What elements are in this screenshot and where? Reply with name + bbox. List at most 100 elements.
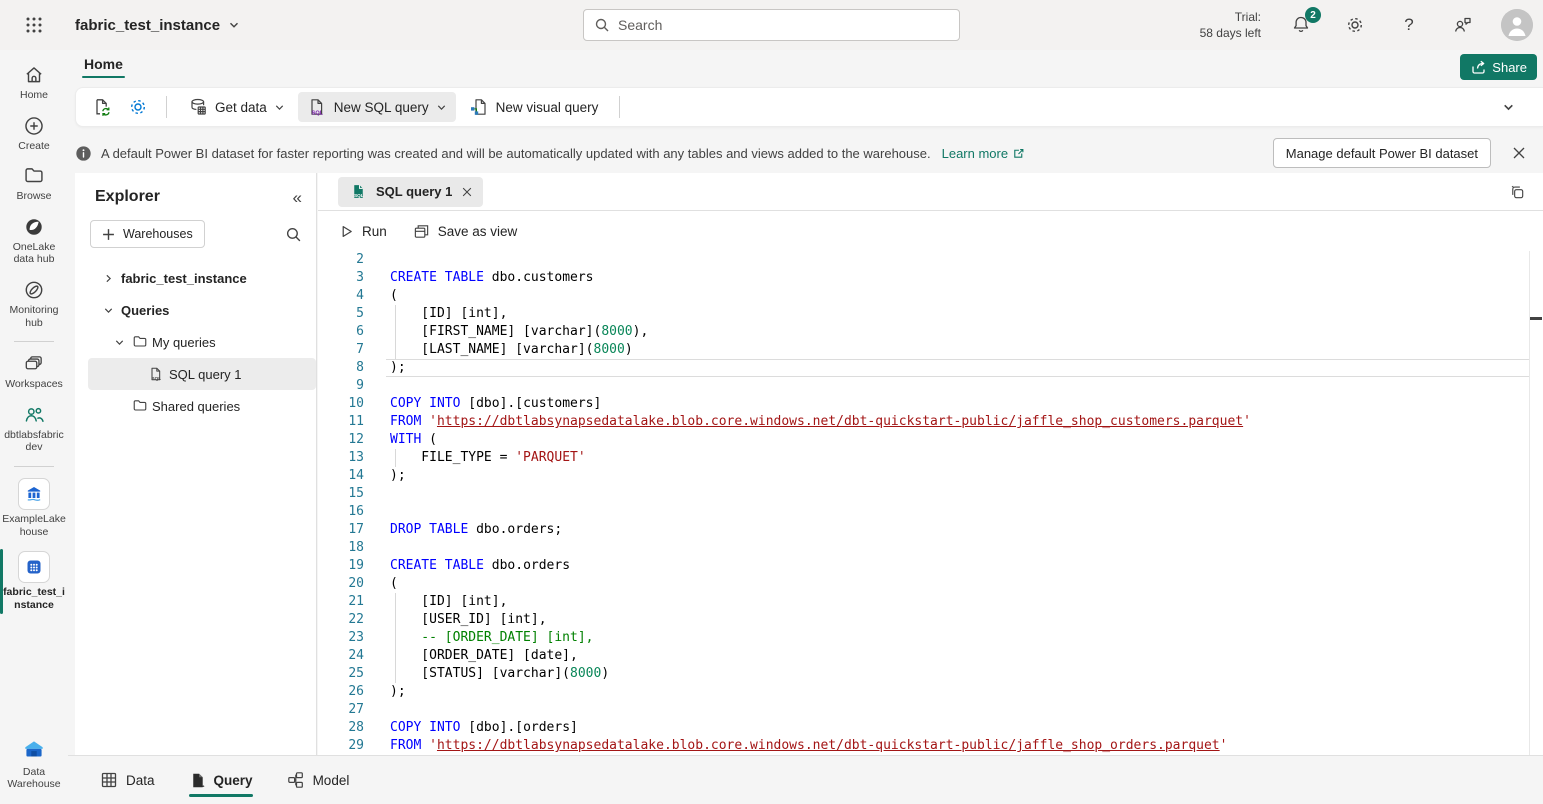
line-number[interactable]: 2 — [318, 251, 364, 269]
line-number[interactable]: 8 — [318, 359, 364, 377]
app-launcher-waffle-icon[interactable] — [17, 8, 51, 42]
code-line[interactable]: 26); — [318, 683, 1543, 701]
code-line[interactable]: 22 [USER_ID] [int], — [318, 611, 1543, 629]
line-number[interactable]: 20 — [318, 575, 364, 593]
code-line[interactable]: 24 [ORDER_DATE] [date], — [318, 647, 1543, 665]
line-number[interactable]: 11 — [318, 413, 364, 431]
line-number[interactable]: 13 — [318, 449, 364, 467]
line-number[interactable]: 14 — [318, 467, 364, 485]
warehouse-settings-button[interactable] — [122, 92, 154, 122]
line-number[interactable]: 21 — [318, 593, 364, 611]
code-line[interactable]: 2 — [318, 251, 1543, 269]
add-warehouses-button[interactable]: Warehouses — [90, 220, 205, 248]
rail-item-data-warehouse[interactable]: Data Warehouse — [0, 731, 68, 798]
code-line[interactable]: 9 — [318, 377, 1543, 395]
line-number[interactable]: 5 — [318, 305, 364, 323]
line-number[interactable]: 16 — [318, 503, 364, 521]
view-tab-query[interactable]: Query — [189, 756, 253, 804]
code-line[interactable]: 16 — [318, 503, 1543, 521]
rail-item-home[interactable]: Home — [0, 58, 68, 109]
explorer-search-icon[interactable] — [285, 226, 302, 243]
line-number[interactable]: 9 — [318, 377, 364, 395]
rail-item-examplelakehouse[interactable]: ExampleLakehouse — [0, 472, 68, 545]
tree-item-sql-query-1[interactable]: SQL SQL query 1 — [88, 358, 316, 390]
tree-item-warehouse-root[interactable]: fabric_test_instance — [75, 262, 316, 294]
new-sql-query-button[interactable]: SQL New SQL query — [298, 92, 456, 122]
code-line[interactable]: 13 FILE_TYPE = 'PARQUET' — [318, 449, 1543, 467]
code-line[interactable]: 18 — [318, 539, 1543, 557]
copy-button[interactable] — [1503, 178, 1531, 206]
line-number[interactable]: 7 — [318, 341, 364, 359]
code-line[interactable]: 5 [ID] [int], — [318, 305, 1543, 323]
code-line[interactable]: 4( — [318, 287, 1543, 305]
code-line[interactable]: 19CREATE TABLE dbo.orders — [318, 557, 1543, 575]
learn-more-link[interactable]: Learn more — [942, 146, 1025, 161]
line-number[interactable]: 17 — [318, 521, 364, 539]
code-line[interactable]: 10COPY INTO [dbo].[customers] — [318, 395, 1543, 413]
notifications-button[interactable]: 2 — [1285, 9, 1317, 41]
new-report-button[interactable] — [86, 92, 118, 122]
feedback-button[interactable] — [1447, 9, 1479, 41]
rail-item-fabric-test-instance[interactable]: fabric_test_instance — [0, 545, 68, 618]
settings-button[interactable] — [1339, 9, 1371, 41]
line-number[interactable]: 6 — [318, 323, 364, 341]
line-number[interactable]: 4 — [318, 287, 364, 305]
rail-item-monitoring-hub[interactable]: Monitoring hub — [0, 273, 68, 336]
view-tab-model[interactable]: Model — [287, 756, 350, 804]
rail-item-browse[interactable]: Browse — [0, 159, 68, 210]
close-tab-icon[interactable] — [461, 186, 473, 198]
save-as-view-button[interactable]: Save as view — [413, 223, 518, 240]
view-tab-data[interactable]: Data — [100, 756, 155, 804]
share-button[interactable]: Share — [1460, 54, 1537, 80]
rail-item-onelake-data-hub[interactable]: OneLake data hub — [0, 210, 68, 273]
line-number[interactable]: 24 — [318, 647, 364, 665]
help-button[interactable]: ? — [1393, 9, 1425, 41]
rail-item-dbtlabsfabricdev[interactable]: dbtlabsfabricdev — [0, 398, 68, 461]
overview-ruler[interactable] — [1529, 251, 1543, 755]
rail-item-create[interactable]: Create — [0, 109, 68, 160]
code-line[interactable]: 25 [STATUS] [varchar](8000) — [318, 665, 1543, 683]
code-line[interactable]: 7 [LAST_NAME] [varchar](8000) — [318, 341, 1543, 359]
code-line[interactable]: 3CREATE TABLE dbo.customers — [318, 269, 1543, 287]
line-number[interactable]: 3 — [318, 269, 364, 287]
code-line[interactable]: 6 [FIRST_NAME] [varchar](8000), — [318, 323, 1543, 341]
code-line[interactable]: 8); — [318, 359, 1543, 377]
get-data-button[interactable]: Get data — [179, 92, 294, 122]
tab-home[interactable]: Home — [82, 52, 125, 76]
run-button[interactable]: Run — [339, 224, 387, 239]
search-input[interactable] — [618, 17, 949, 33]
code-line[interactable]: 17DROP TABLE dbo.orders; — [318, 521, 1543, 539]
new-visual-query-button[interactable]: New visual query — [460, 92, 608, 122]
code-line[interactable]: 15 — [318, 485, 1543, 503]
code-line[interactable]: 12WITH ( — [318, 431, 1543, 449]
collapse-panel-icon[interactable]: « — [293, 189, 302, 206]
line-number[interactable]: 22 — [318, 611, 364, 629]
line-number[interactable]: 15 — [318, 485, 364, 503]
line-number[interactable]: 12 — [318, 431, 364, 449]
workspace-switcher[interactable]: fabric_test_instance — [75, 17, 240, 34]
code-line[interactable]: 20( — [318, 575, 1543, 593]
line-number[interactable]: 10 — [318, 395, 364, 413]
tree-item-shared-queries[interactable]: Shared queries — [75, 390, 316, 422]
code-line[interactable]: 29FROM 'https://dbtlabsynapsedatalake.bl… — [318, 737, 1543, 755]
line-number[interactable]: 29 — [318, 737, 364, 755]
line-number[interactable]: 28 — [318, 719, 364, 737]
line-number[interactable]: 27 — [318, 701, 364, 719]
rail-item-workspaces[interactable]: Workspaces — [0, 347, 68, 398]
code-editor[interactable]: 23CREATE TABLE dbo.customers4(5 [ID] [in… — [318, 251, 1543, 755]
line-number[interactable]: 23 — [318, 629, 364, 647]
tree-item-my-queries[interactable]: My queries — [75, 326, 316, 358]
code-line[interactable]: 27 — [318, 701, 1543, 719]
code-line[interactable]: 23 -- [ORDER_DATE] [int], — [318, 629, 1543, 647]
manage-default-dataset-button[interactable]: Manage default Power BI dataset — [1273, 138, 1491, 168]
banner-close-button[interactable] — [1505, 139, 1533, 167]
code-line[interactable]: 21 [ID] [int], — [318, 593, 1543, 611]
ribbon-expand-chevron[interactable] — [1502, 101, 1515, 114]
line-number[interactable]: 19 — [318, 557, 364, 575]
code-line[interactable]: 11FROM 'https://dbtlabsynapsedatalake.bl… — [318, 413, 1543, 431]
line-number[interactable]: 25 — [318, 665, 364, 683]
line-number[interactable]: 18 — [318, 539, 364, 557]
code-line[interactable]: 14); — [318, 467, 1543, 485]
tab-sql-query-1[interactable]: SQL SQL query 1 — [338, 177, 483, 207]
tree-item-queries[interactable]: Queries — [75, 294, 316, 326]
